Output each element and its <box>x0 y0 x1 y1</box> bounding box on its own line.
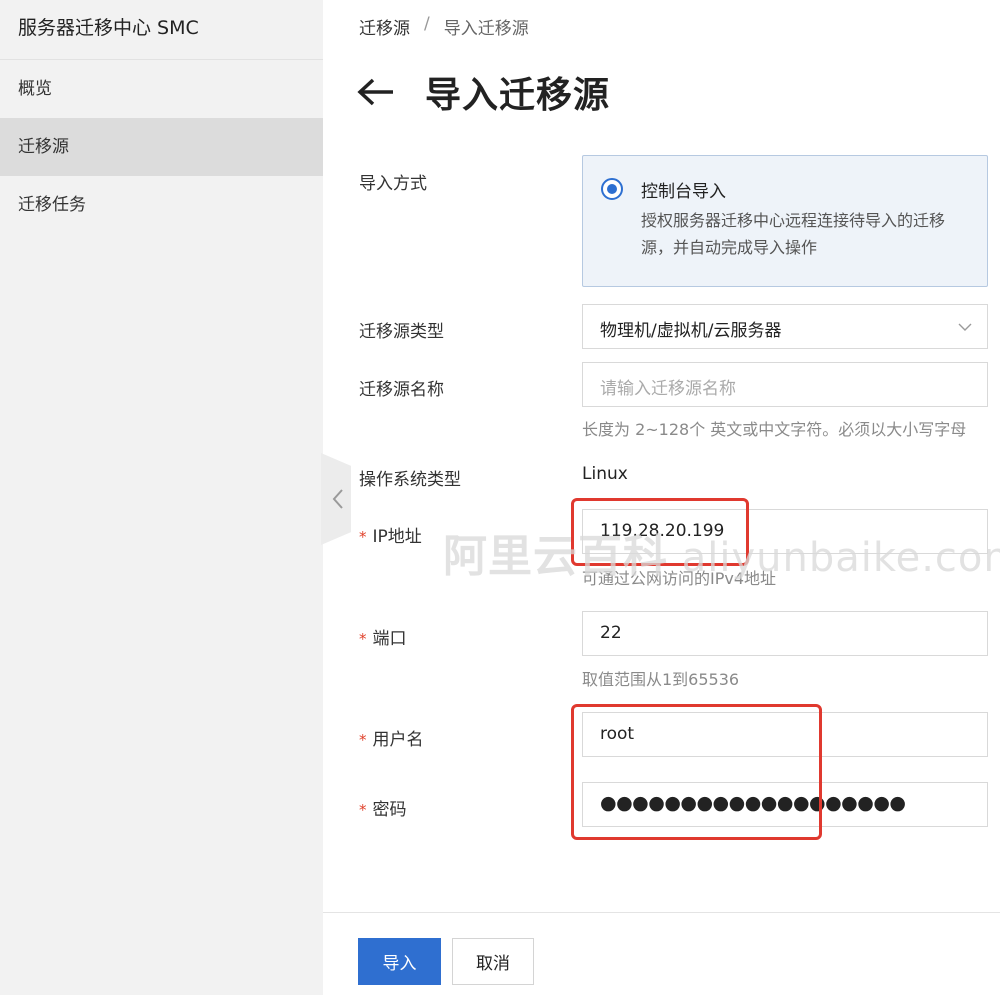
port-label: * 端口 <box>359 624 407 649</box>
os-type-value: Linux <box>582 464 628 484</box>
ip-label-text: IP地址 <box>372 527 422 547</box>
required-mark: * <box>359 731 367 749</box>
breadcrumb-current: 导入迁移源 <box>443 19 529 39</box>
sidebar-item-migration-source[interactable]: 迁移源 <box>0 118 323 176</box>
required-mark: * <box>359 630 367 648</box>
port-hint: 取值范围从1到65536 <box>582 670 740 689</box>
breadcrumb-parent-link[interactable]: 迁移源 <box>359 14 410 39</box>
ip-hint: 可通过公网访问的IPv4地址 <box>582 569 777 588</box>
import-method-option-title: 控制台导入 <box>641 182 726 202</box>
port-input[interactable]: 22 <box>582 611 988 656</box>
password-masked-value: ●●●●●●●●●●●●●●●●●●● <box>600 792 906 814</box>
source-type-select[interactable]: 物理机/虚拟机/云服务器 <box>582 304 988 349</box>
main-content: 迁移源 / 导入迁移源 导入迁移源 导入方式 控制台导入 授权服务器迁移中心远程… <box>323 0 1000 995</box>
password-input[interactable]: ●●●●●●●●●●●●●●●●●●● <box>582 782 988 827</box>
chevron-down-icon <box>958 323 972 331</box>
footer-divider <box>323 912 1000 913</box>
arrow-left-icon <box>357 78 393 106</box>
breadcrumb-separator: / <box>424 14 430 34</box>
required-mark: * <box>359 528 367 546</box>
source-type-value: 物理机/虚拟机/云服务器 <box>600 321 782 341</box>
page-header: 导入迁移源 <box>357 66 610 118</box>
product-title: 服务器迁移中心 SMC <box>0 0 323 60</box>
cancel-button[interactable]: 取消 <box>452 938 534 985</box>
port-value: 22 <box>600 623 622 643</box>
required-mark: * <box>359 801 367 819</box>
import-method-option-description: 授权服务器迁移中心远程连接待导入的迁移源，并自动完成导入操作 <box>641 211 946 257</box>
password-label-text: 密码 <box>372 800 407 820</box>
sidebar-item-migration-task[interactable]: 迁移任务 <box>0 176 323 234</box>
username-label-text: 用户名 <box>372 730 424 750</box>
page-title: 导入迁移源 <box>425 75 611 116</box>
username-input[interactable]: root <box>582 712 988 757</box>
ip-value: 119.28.20.199 <box>600 521 725 541</box>
username-label: * 用户名 <box>359 725 424 750</box>
username-value: root <box>600 724 635 744</box>
source-name-input[interactable]: 请输入迁移源名称 <box>582 362 988 407</box>
sidebar: 服务器迁移中心 SMC 概览 迁移源 迁移任务 <box>0 0 323 995</box>
source-name-hint: 长度为 2~128个 英文或中文字符。必须以大小写字母 <box>582 420 967 439</box>
import-method-option-console[interactable]: 控制台导入 授权服务器迁移中心远程连接待导入的迁移源，并自动完成导入操作 <box>582 155 988 287</box>
sidebar-item-overview[interactable]: 概览 <box>0 60 323 118</box>
ip-input[interactable]: 119.28.20.199 <box>582 509 988 554</box>
breadcrumb: 迁移源 / 导入迁移源 <box>359 14 529 39</box>
os-type-label: 操作系统类型 <box>359 470 461 490</box>
back-button[interactable] <box>357 72 397 112</box>
port-label-text: 端口 <box>372 629 407 649</box>
source-name-label: 迁移源名称 <box>359 380 444 400</box>
password-label: * 密码 <box>359 795 407 820</box>
source-name-placeholder: 请输入迁移源名称 <box>600 379 736 399</box>
radio-button-selected[interactable] <box>601 178 623 200</box>
radio-dot <box>607 184 617 194</box>
import-button[interactable]: 导入 <box>358 938 441 985</box>
source-type-label: 迁移源类型 <box>359 322 444 342</box>
import-method-label: 导入方式 <box>359 174 427 194</box>
ip-label: * IP地址 <box>359 522 422 547</box>
